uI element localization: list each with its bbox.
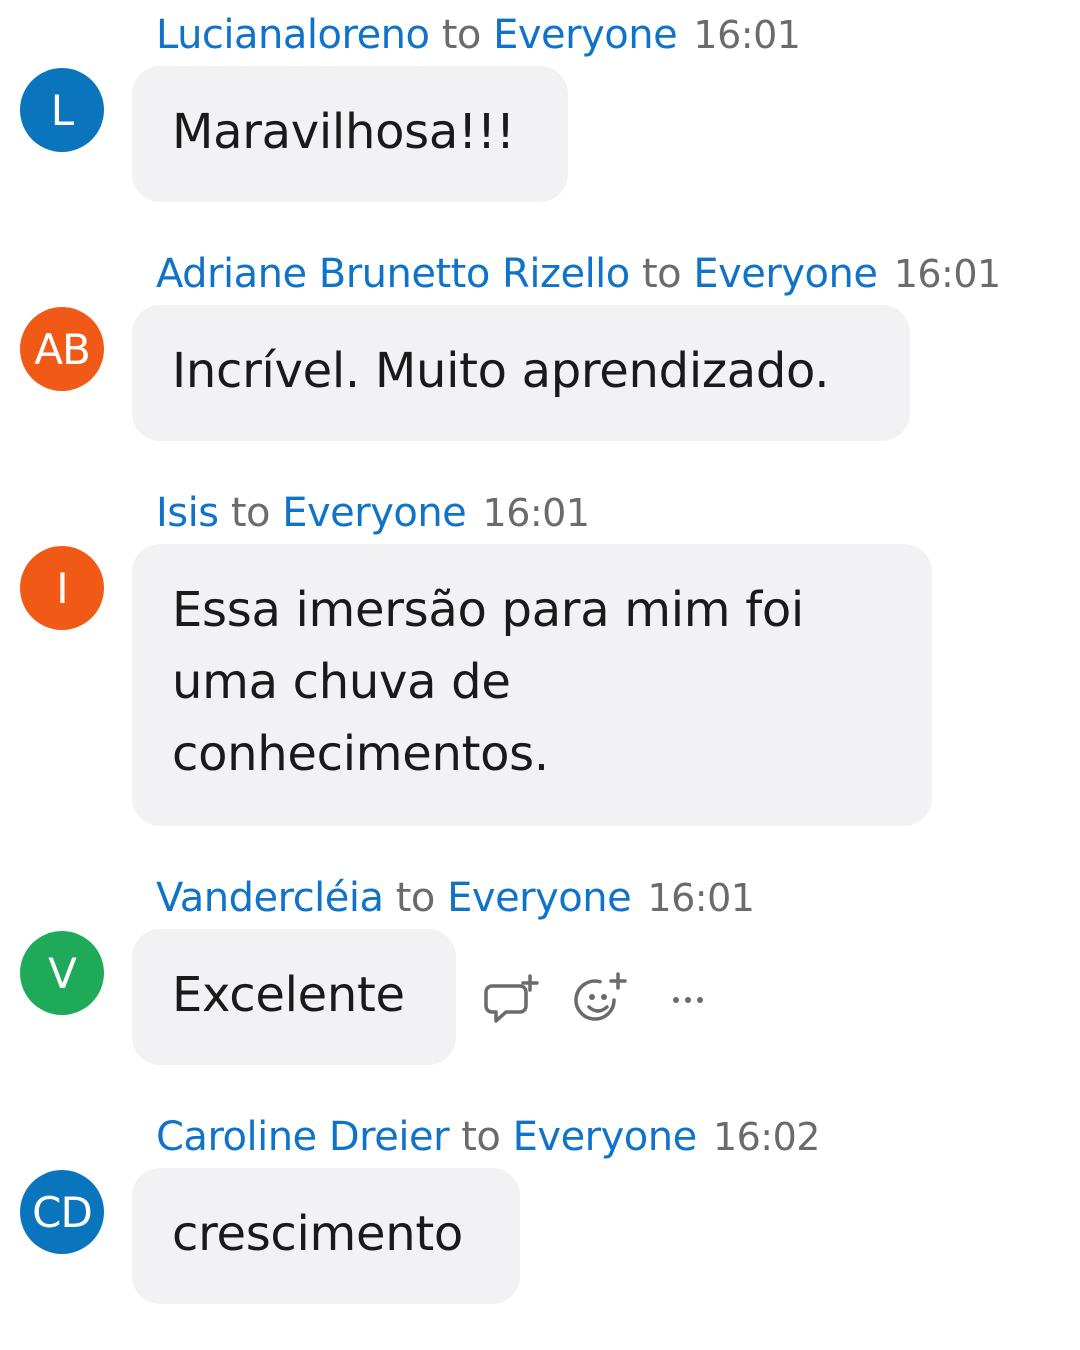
message-header: Lucianaloreno to Everyone 16:01 (156, 10, 801, 60)
timestamp: 16:02 (712, 1115, 821, 1159)
chat-message: Lucianaloreno to Everyone 16:01 L Maravi… (0, 10, 1080, 210)
timestamp: 16:01 (893, 252, 1002, 296)
recipient-name[interactable]: Everyone (693, 251, 878, 297)
chat-message: Caroline Dreier to Everyone 16:02 CD cre… (0, 1112, 1080, 1312)
to-label: to (441, 12, 482, 58)
avatar[interactable]: I (20, 546, 104, 630)
message-header: Isis to Everyone 16:01 (156, 488, 590, 538)
avatar-initials: AB (34, 324, 91, 374)
message-hover-actions (480, 965, 744, 1035)
recipient-name[interactable]: Everyone (513, 1114, 698, 1160)
message-text: Excelente (172, 967, 405, 1023)
sender-name[interactable]: Caroline Dreier (156, 1114, 450, 1160)
message-header: Vandercléia to Everyone 16:01 (156, 873, 755, 923)
message-bubble[interactable]: Essa imersão para mim foi uma chuva de c… (132, 544, 932, 826)
sender-name[interactable]: Isis (156, 490, 219, 536)
reply-icon (484, 974, 539, 1023)
message-text: Incrível. Muito aprendizado. (172, 343, 830, 399)
avatar-initials: CD (32, 1187, 93, 1237)
sender-name[interactable]: Vandercléia (156, 875, 384, 921)
more-options-button[interactable] (656, 968, 720, 1032)
chat-message: Isis to Everyone 16:01 I Essa imersão pa… (0, 488, 1080, 828)
add-reaction-button[interactable] (568, 968, 632, 1032)
timestamp: 16:01 (693, 13, 801, 57)
avatar[interactable]: V (20, 931, 104, 1015)
message-bubble[interactable]: Incrível. Muito aprendizado. (132, 305, 910, 441)
more-options-icon (673, 997, 703, 1003)
avatar-initials: I (56, 563, 68, 613)
recipient-name[interactable]: Everyone (447, 875, 632, 921)
to-label: to (641, 251, 682, 297)
to-label: to (395, 875, 436, 921)
message-header: Caroline Dreier to Everyone 16:02 (156, 1112, 820, 1162)
to-label: to (461, 1114, 501, 1160)
sender-name[interactable]: Lucianaloreno (156, 12, 430, 58)
add-reaction-icon (574, 972, 627, 1021)
message-bubble[interactable]: crescimento (132, 1168, 520, 1304)
chat-message: Adriane Brunetto Rizello to Everyone 16:… (0, 249, 1080, 449)
message-text: crescimento (172, 1206, 463, 1262)
message-text: Maravilhosa!!! (172, 104, 515, 160)
timestamp: 16:01 (647, 876, 755, 920)
message-bubble[interactable]: Excelente (132, 929, 456, 1065)
avatar-initials: L (50, 85, 74, 135)
timestamp: 16:01 (482, 491, 591, 535)
recipient-name[interactable]: Everyone (282, 490, 467, 536)
avatar[interactable]: AB (20, 307, 104, 391)
to-label: to (230, 490, 271, 536)
message-bubble[interactable]: Maravilhosa!!! (132, 66, 568, 202)
avatar[interactable]: CD (20, 1170, 104, 1254)
sender-name[interactable]: Adriane Brunetto Rizello (156, 251, 630, 297)
avatar[interactable]: L (20, 68, 104, 152)
chat-message: Vandercléia to Everyone 16:01 V Excelent… (0, 873, 1080, 1073)
reply-button[interactable] (480, 968, 544, 1032)
avatar-initials: V (48, 948, 77, 998)
message-text: Essa imersão para mim foi uma chuva de c… (172, 582, 804, 782)
message-header: Adriane Brunetto Rizello to Everyone 16:… (156, 249, 1001, 299)
recipient-name[interactable]: Everyone (493, 12, 678, 58)
